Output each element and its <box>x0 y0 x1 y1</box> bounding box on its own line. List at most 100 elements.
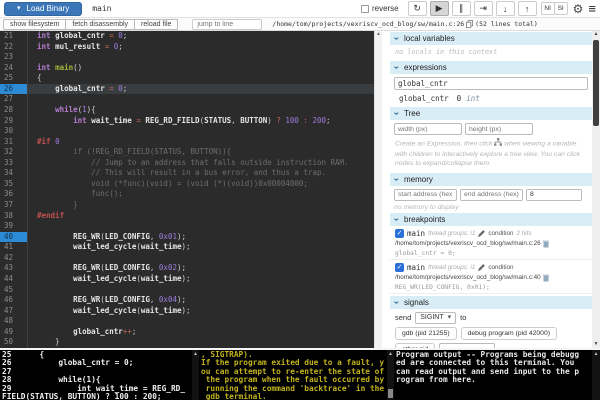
line-number[interactable]: 36 <box>0 189 28 200</box>
play-icon: ▶ <box>436 3 443 14</box>
expression-row[interactable]: global_cntr0int <box>390 92 592 105</box>
line-number[interactable]: 47 <box>0 306 28 317</box>
scroll-up-icon[interactable]: ▲ <box>192 350 199 358</box>
code-line-content: wait_led_cycle(wait_time); <box>28 242 191 253</box>
line-number[interactable]: 23 <box>0 52 28 63</box>
line-number[interactable]: 28 <box>0 105 28 116</box>
step-over-button[interactable]: ⇥ <box>474 1 493 16</box>
local-variables-header[interactable]: › local variables <box>390 32 592 45</box>
line-number[interactable]: 29 <box>0 116 28 127</box>
signal-target-program-button[interactable]: debug program (pid 42000) <box>461 327 557 340</box>
line-number[interactable]: 27 <box>0 94 28 105</box>
trash-icon[interactable] <box>543 274 549 282</box>
memory-start-address-input[interactable] <box>394 189 457 201</box>
breakpoint-line-number[interactable]: 40 <box>0 232 28 243</box>
trash-icon[interactable] <box>543 240 549 248</box>
scroll-up-icon[interactable]: ▲ <box>375 31 382 38</box>
reload-file-button[interactable]: reload file <box>134 19 178 30</box>
signals-header[interactable]: › signals <box>390 296 592 309</box>
status-terminal-text: , SIGTRAP). If the program exited due to… <box>199 350 387 400</box>
status-terminal[interactable]: , SIGTRAP). If the program exited due to… <box>199 350 387 400</box>
pencil-icon[interactable] <box>478 264 485 271</box>
scroll-up-icon[interactable]: ▲ <box>592 350 600 358</box>
run-button[interactable]: ↻ <box>408 1 427 16</box>
program-output-scrollbar[interactable]: ▲ <box>592 350 600 400</box>
tree-width-input[interactable] <box>394 123 462 135</box>
continue-button[interactable]: ▶ <box>430 1 449 16</box>
signal-target-gdb-button[interactable]: gdb (pid 21255) <box>395 327 457 340</box>
step-instruction-button[interactable]: SI <box>554 2 568 15</box>
memory-header[interactable]: › memory <box>390 173 592 186</box>
memory-bytes-input[interactable] <box>526 189 582 201</box>
copy-path-icon[interactable] <box>466 20 473 28</box>
program-output-text: Program output -- Programs being debugg … <box>394 350 592 385</box>
line-number[interactable]: 41 <box>0 242 28 253</box>
breakpoints-header[interactable]: › breakpoints <box>390 213 592 226</box>
program-output-terminal[interactable]: Program output -- Programs being debugg … <box>394 350 592 400</box>
code-line-content: wait_led_cycle(wait_time); <box>28 306 191 317</box>
gdb-terminal-scrollbar[interactable]: ▲ <box>192 350 199 400</box>
line-number[interactable]: 34 <box>0 168 28 179</box>
editor-sidebar-splitter[interactable] <box>382 31 390 348</box>
scroll-down-icon[interactable]: ▼ <box>592 341 600 348</box>
line-number[interactable]: 49 <box>0 327 28 338</box>
tree-height-input[interactable] <box>465 123 533 135</box>
line-number[interactable]: 48 <box>0 316 28 327</box>
pause-button[interactable]: ∥ <box>452 1 471 16</box>
scrollbar-thumb[interactable] <box>593 40 599 126</box>
chevron-down-icon: › <box>392 37 401 40</box>
hamburger-menu-icon[interactable]: ≡ <box>588 2 596 15</box>
editor-scrollbar[interactable]: ▲ <box>374 31 382 348</box>
line-number[interactable]: 45 <box>0 285 28 296</box>
breakpoint-source-line: REG_WR(LED_CONFIG, 0x01); <box>395 284 587 291</box>
status-terminal-scrollbar[interactable]: ▲ <box>387 350 394 400</box>
line-number[interactable]: 46 <box>0 295 28 306</box>
sidebar-scrollbar[interactable]: ▲ ▼ <box>592 31 600 348</box>
breakpoint-condition-link[interactable]: condition <box>488 264 513 271</box>
breakpoint-checkbox[interactable]: ✓ <box>395 229 404 238</box>
memory-empty-text: no memory to display <box>394 204 459 211</box>
settings-gear-icon[interactable]: ⚙ <box>573 3 584 15</box>
line-number[interactable]: 44 <box>0 274 28 285</box>
line-number[interactable]: 39 <box>0 221 28 232</box>
line-number[interactable]: 31 <box>0 137 28 148</box>
line-number[interactable]: 30 <box>0 126 28 137</box>
fetch-disassembly-button[interactable]: fetch disassembly <box>65 19 135 30</box>
gdb-terminal[interactable]: 25 { 26 global_cntr = 0; 27 28 while(1){… <box>0 350 192 400</box>
breakpoint-condition-link[interactable]: condition <box>488 230 513 237</box>
line-number[interactable]: 35 <box>0 179 28 190</box>
reverse-toggle[interactable]: reverse <box>361 4 399 13</box>
step-into-button[interactable]: ↓ <box>496 1 515 16</box>
reverse-checkbox[interactable] <box>361 5 369 13</box>
scroll-up-icon[interactable]: ▲ <box>387 350 394 358</box>
expression-input[interactable] <box>394 77 588 90</box>
memory-end-address-input[interactable] <box>460 189 523 201</box>
signal-select[interactable]: SIGINT ▾ <box>415 312 456 324</box>
binary-path-input[interactable] <box>92 2 222 16</box>
load-binary-button[interactable]: ▾ Load Binary <box>4 2 82 16</box>
gdbgui-app: ▾ Load Binary reverse ↻ ▶ ∥ ⇥ ↓ ↑ NI SI … <box>0 0 600 400</box>
line-number[interactable]: 25 <box>0 73 28 84</box>
line-number[interactable]: 24 <box>0 63 28 74</box>
line-number[interactable]: 42 <box>0 253 28 264</box>
show-filesystem-button[interactable]: show filesystem <box>3 19 66 30</box>
line-number[interactable]: 33 <box>0 158 28 169</box>
jump-to-line-input[interactable] <box>192 19 262 30</box>
dropdown-caret-icon[interactable]: ▾ <box>17 5 21 12</box>
line-number[interactable]: 50 <box>0 337 28 348</box>
next-instruction-button[interactable]: NI <box>541 2 555 15</box>
step-out-button[interactable]: ↑ <box>518 1 537 16</box>
scrollbar-thumb[interactable] <box>388 389 393 398</box>
tree-header[interactable]: › Tree <box>390 107 592 120</box>
breakpoint-line-number[interactable]: 26 <box>0 84 28 95</box>
breakpoint-checkbox[interactable]: ✓ <box>395 263 404 272</box>
line-number[interactable]: 22 <box>0 42 28 53</box>
line-number[interactable]: 38 <box>0 211 28 222</box>
line-number[interactable]: 37 <box>0 200 28 211</box>
line-number[interactable]: 43 <box>0 263 28 274</box>
expressions-header[interactable]: › expressions <box>390 61 592 74</box>
scroll-up-icon[interactable]: ▲ <box>592 31 600 38</box>
line-number[interactable]: 32 <box>0 147 28 158</box>
line-number[interactable]: 21 <box>0 31 28 42</box>
pencil-icon[interactable] <box>478 230 485 237</box>
